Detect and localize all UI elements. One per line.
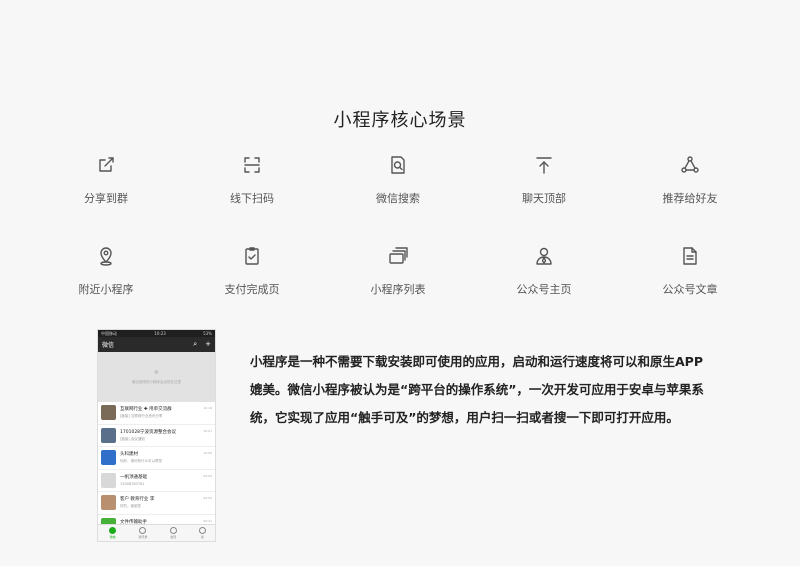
plus-icon[interactable]: +	[205, 340, 211, 349]
chat-last-message: 好的，谢谢您	[120, 504, 141, 509]
phone-nav-bar: 微信 ⌕ +	[98, 337, 215, 352]
scene-official-account-home[interactable]: 公众号主页	[471, 241, 617, 297]
phone-tab-bar: 微信 通讯录 发现 我	[98, 524, 215, 541]
chat-name: 互联网行业 ✚ 甩单交流群	[120, 407, 172, 413]
chat-time: 09:56	[203, 473, 212, 478]
person-icon	[198, 527, 206, 534]
scene-wechat-search[interactable]: 微信搜索	[325, 150, 471, 206]
chat-last-message: [链接] 互联网行业资讯分享	[120, 414, 163, 419]
avatar	[101, 472, 116, 488]
miniprogram-pulldown-area[interactable]: ❀ 最近使用的小程序会出现在这里	[98, 352, 215, 402]
chat-time: 10:00	[203, 451, 212, 455]
scene-official-account-article[interactable]: 公众号文章	[617, 241, 763, 297]
tab-discover[interactable]: 发现	[169, 527, 177, 539]
chat-list-item[interactable]: 头科建材 你好，请问有什么可以帮您 10:00	[98, 447, 215, 470]
chat-last-message: 你好，请问有什么可以帮您	[120, 459, 162, 464]
scene-grid: 分享到群 线下扫码 微信搜索 聊天顶部 推荐给好友 附近小程序 支付完成页 小程…	[33, 150, 763, 297]
chat-name: 1701028宁波资源整合会议	[120, 429, 177, 435]
miniprogram-icon: ❀	[153, 369, 160, 376]
chat-name: 头科建材	[120, 452, 138, 458]
scene-label: 公众号文章	[662, 283, 718, 296]
chat-list: 互联网行业 ✚ 甩单交流群 [链接] 互联网行业资讯分享 10:19 1701028宁…	[98, 402, 215, 537]
avatar	[101, 450, 116, 466]
scene-miniprogram-list[interactable]: 小程序列表	[325, 241, 471, 297]
chat-last-message: 15008783761	[120, 482, 145, 487]
tab-wechat[interactable]: 微信	[109, 527, 117, 539]
scene-payment-complete[interactable]: 支付完成页	[179, 241, 325, 297]
scene-label: 聊天顶部	[522, 192, 566, 205]
avatar	[101, 495, 116, 511]
chat-list-item[interactable]: 互联网行业 ✚ 甩单交流群 [链接] 互联网行业资讯分享 10:19	[98, 402, 215, 425]
phone-status-bar: 中国移动 10:23 53%	[98, 330, 215, 337]
nav-title: 微信	[102, 342, 115, 349]
scene-label: 附近小程序	[78, 283, 134, 296]
pull-top-icon	[533, 154, 555, 176]
scene-nearby-miniprogram[interactable]: 附近小程序	[33, 241, 179, 297]
status-carrier: 中国移动	[101, 331, 117, 336]
scene-label: 公众号主页	[516, 283, 572, 296]
pulldown-hint: 最近使用的小程序会出现在这里	[132, 380, 181, 384]
tab-me[interactable]: 我	[198, 527, 206, 539]
scene-recommend-friend[interactable]: 推荐给好友	[617, 150, 763, 206]
search-doc-icon	[387, 154, 409, 176]
scene-label: 微信搜索	[376, 192, 420, 205]
chat-name: 一帆顶通基础	[120, 475, 147, 481]
chat-bubble-icon	[109, 527, 117, 534]
chat-list-item[interactable]: 1701028宁波资源整合会议 [链接] 会议通知 10:01	[98, 425, 215, 447]
contacts-icon	[139, 527, 147, 534]
chat-list-item[interactable]: 一帆顶通基础 15008783761 09:56	[98, 470, 215, 492]
chat-time: 10:19	[203, 406, 212, 410]
scene-label: 推荐给好友	[662, 192, 718, 205]
scene-label: 支付完成页	[224, 283, 280, 296]
description-text: 小程序是一种不需要下载安装即可使用的应用，启动和运行速度将可以和原生APP媲美。…	[250, 354, 704, 425]
article-icon	[679, 245, 701, 267]
compass-icon	[169, 527, 177, 534]
share-icon	[95, 154, 117, 176]
search-icon[interactable]: ⌕	[193, 340, 197, 349]
chat-time: 09:50	[203, 496, 212, 500]
avatar	[101, 427, 116, 443]
scan-icon	[241, 154, 263, 176]
chat-time: 10:01	[203, 428, 212, 433]
avatar	[101, 405, 116, 421]
status-time: 10:23	[154, 331, 166, 336]
scene-label: 分享到群	[84, 192, 128, 205]
phone-screenshot: 中国移动 10:23 53% 微信 ⌕ + ❀ 最近使用的小程序会出现在这里 互…	[97, 329, 216, 542]
scene-label: 小程序列表	[370, 283, 426, 296]
status-battery: 53%	[203, 331, 212, 336]
scene-share-to-group[interactable]: 分享到群	[33, 150, 179, 206]
tab-contacts[interactable]: 通讯录	[138, 527, 147, 539]
chat-list-item[interactable]: 客户 教育行业 李好的，谢谢您 09:50	[98, 492, 215, 515]
payment-done-icon	[241, 245, 263, 267]
scene-chat-top[interactable]: 聊天顶部	[471, 150, 617, 206]
chat-time: 09:41	[203, 518, 212, 523]
scene-offline-scan[interactable]: 线下扫码	[179, 150, 325, 206]
location-icon	[95, 245, 117, 267]
recommend-icon	[679, 154, 701, 176]
list-stack-icon	[387, 245, 409, 267]
chat-name: 客户 教育行业 李	[120, 497, 155, 503]
account-icon	[533, 245, 555, 267]
chat-last-message: [链接] 会议通知	[120, 436, 145, 441]
scene-label: 线下扫码	[230, 192, 274, 205]
page-title: 小程序核心场景	[333, 110, 467, 131]
